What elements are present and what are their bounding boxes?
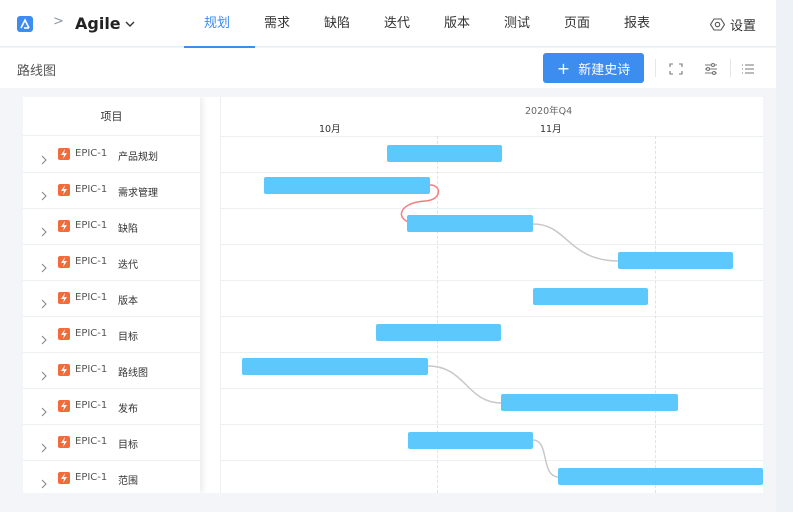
epic-bar[interactable] — [408, 432, 533, 449]
tab-requirements[interactable]: 需求 — [247, 0, 307, 47]
epic-bar[interactable] — [376, 324, 501, 341]
app-logo-icon[interactable] — [17, 16, 33, 32]
epic-title: 范围 — [118, 476, 138, 487]
epic-row[interactable]: EPIC-1 产品规划 — [23, 137, 200, 173]
epic-title: 产品规划 — [118, 152, 158, 163]
gear-icon — [709, 17, 726, 32]
epic-lightning-icon — [58, 256, 70, 268]
project-name[interactable]: Agile — [75, 14, 121, 33]
epic-lightning-icon — [58, 220, 70, 232]
epic-bar[interactable] — [533, 288, 648, 305]
epic-bar[interactable] — [387, 145, 502, 162]
epic-lightning-icon — [58, 472, 70, 484]
epic-title: 版本 — [118, 296, 138, 307]
nav-tabs: 规划 需求 缺陷 迭代 版本 测试 页面 报表 — [184, 0, 667, 48]
app-window: > Agile 规划 需求 缺陷 迭代 版本 测试 页面 报表 设置 路线图 +… — [0, 0, 776, 512]
epic-title: 路线图 — [118, 368, 148, 379]
epic-title: 需求管理 — [118, 188, 158, 199]
tab-iterations[interactable]: 迭代 — [367, 0, 427, 47]
timeline-area: 2020年Q4 10月 11月 — [220, 97, 763, 493]
toolbar-divider — [655, 59, 656, 77]
tab-defects[interactable]: 缺陷 — [307, 0, 367, 47]
tab-reports[interactable]: 报表 — [607, 0, 667, 47]
epic-bar[interactable] — [242, 358, 428, 375]
chevron-right-icon[interactable] — [40, 222, 48, 241]
chevron-right-icon[interactable] — [40, 186, 48, 205]
chevron-right-icon[interactable] — [40, 258, 48, 277]
epic-lightning-icon — [58, 292, 70, 304]
epic-title: 缺陷 — [118, 224, 138, 235]
toolbar: 路线图 — [0, 48, 776, 88]
epic-title: 发布 — [118, 404, 138, 415]
filter-sliders-icon[interactable] — [703, 61, 719, 76]
plus-icon: + — [556, 58, 571, 78]
epic-lightning-icon — [58, 184, 70, 196]
epic-lightning-icon — [58, 328, 70, 340]
epic-key: EPIC-1 — [75, 256, 108, 267]
settings-button[interactable]: 设置 — [709, 15, 757, 34]
epic-row[interactable]: EPIC-1 需求管理 — [23, 173, 200, 209]
epic-row[interactable]: EPIC-1 目标 — [23, 317, 200, 353]
epic-bar[interactable] — [407, 215, 533, 232]
chevron-right-icon[interactable] — [40, 402, 48, 421]
column-header-project: 项目 — [23, 97, 200, 136]
chevron-right-icon[interactable] — [40, 474, 48, 493]
chevron-right-icon[interactable] — [40, 294, 48, 313]
settings-label: 设置 — [730, 19, 757, 34]
epic-title: 迭代 — [118, 260, 138, 271]
epic-list: 项目 EPIC-1 产品规划 EPIC-1 需求管理 EPIC-1 缺陷 EPI… — [23, 97, 200, 493]
roadmap-gantt: 项目 EPIC-1 产品规划 EPIC-1 需求管理 EPIC-1 缺陷 EPI… — [23, 97, 763, 493]
fullscreen-icon[interactable] — [668, 61, 684, 75]
chevron-right-icon[interactable] — [40, 150, 48, 169]
tab-testing[interactable]: 测试 — [487, 0, 547, 47]
epic-bar[interactable] — [501, 394, 678, 411]
page-title: 路线图 — [17, 64, 57, 79]
toolbar-divider — [730, 59, 731, 77]
epic-row[interactable]: EPIC-1 目标 — [23, 425, 200, 461]
epic-row[interactable]: EPIC-1 迭代 — [23, 245, 200, 281]
epic-row[interactable]: EPIC-1 发布 — [23, 389, 200, 425]
tab-pages[interactable]: 页面 — [547, 0, 607, 47]
epic-row[interactable]: EPIC-1 缺陷 — [23, 209, 200, 245]
epic-bar[interactable] — [618, 252, 733, 269]
dependency-link — [532, 223, 620, 262]
epic-key: EPIC-1 — [75, 400, 108, 411]
dependency-link — [532, 439, 560, 478]
epic-lightning-icon — [58, 364, 70, 376]
epic-key: EPIC-1 — [75, 364, 108, 375]
list-view-icon[interactable] — [740, 61, 756, 75]
new-epic-button[interactable]: + 新建史诗 — [543, 53, 644, 83]
top-nav-bar: > Agile 规划 需求 缺陷 迭代 版本 测试 页面 报表 设置 — [0, 0, 776, 48]
epic-row[interactable]: EPIC-1 路线图 — [23, 353, 200, 389]
tab-versions[interactable]: 版本 — [427, 0, 487, 47]
new-epic-button-label: 新建史诗 — [578, 62, 631, 78]
chevron-right-icon[interactable] — [40, 438, 48, 457]
epic-key: EPIC-1 — [75, 292, 108, 303]
chevron-right-icon[interactable] — [40, 330, 48, 349]
chevron-right-icon[interactable] — [40, 366, 48, 385]
dependency-link — [427, 365, 503, 404]
epic-lightning-icon — [58, 148, 70, 160]
epic-bar[interactable] — [264, 177, 430, 194]
epic-row[interactable]: EPIC-1 范围 — [23, 461, 200, 493]
epic-title: 目标 — [118, 332, 138, 343]
epic-lightning-icon — [58, 436, 70, 448]
epic-key: EPIC-1 — [75, 220, 108, 231]
epic-title: 目标 — [118, 440, 138, 451]
tab-plan[interactable]: 规划 — [184, 0, 255, 48]
epic-key: EPIC-1 — [75, 328, 108, 339]
chevron-down-icon[interactable] — [124, 15, 136, 34]
breadcrumb-separator: > — [53, 14, 64, 29]
epic-row[interactable]: EPIC-1 版本 — [23, 281, 200, 317]
epic-key: EPIC-1 — [75, 148, 108, 159]
epic-lightning-icon — [58, 400, 70, 412]
epic-key: EPIC-1 — [75, 184, 108, 195]
epic-key: EPIC-1 — [75, 472, 108, 483]
epic-key: EPIC-1 — [75, 436, 108, 447]
epic-bar[interactable] — [558, 468, 763, 485]
